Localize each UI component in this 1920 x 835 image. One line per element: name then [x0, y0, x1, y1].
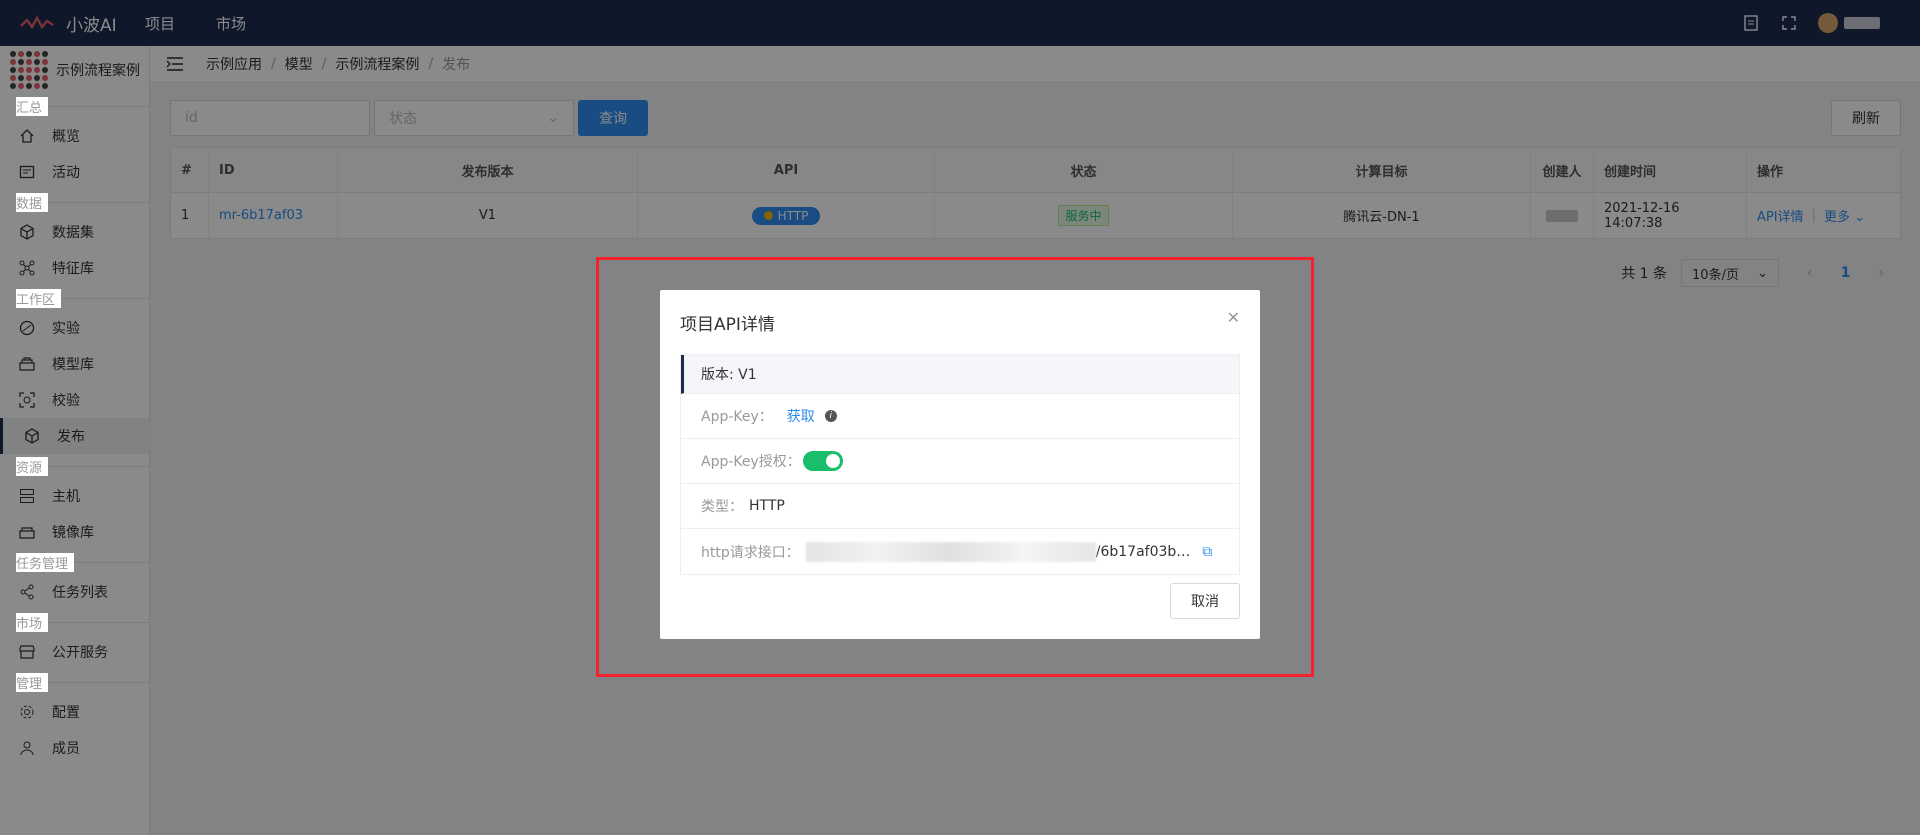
appkey-auth-row: App-Key授权：: [681, 439, 1239, 484]
endpoint-tail: /6b17af03b…: [1095, 543, 1191, 560]
appkey-auth-toggle[interactable]: [802, 451, 843, 471]
modal-detail-list: 版本: V1 App-Key： 获取 i App-Key授权： 类型： HTTP…: [680, 354, 1240, 575]
api-detail-modal: 项目API详情 ✕ 版本: V1 App-Key： 获取 i App-Key授权…: [660, 290, 1260, 639]
info-icon[interactable]: i: [824, 410, 837, 422]
modal-title: 项目API详情: [680, 315, 775, 335]
appkey-row: App-Key： 获取 i: [681, 394, 1239, 439]
cancel-button[interactable]: 取消: [1170, 583, 1240, 619]
close-icon[interactable]: ✕: [1227, 308, 1240, 327]
copy-icon[interactable]: ⧉: [1202, 544, 1212, 560]
get-appkey-link[interactable]: 获取: [787, 406, 815, 426]
version-row: 版本: V1: [681, 355, 1239, 394]
endpoint-blurred: [805, 541, 1096, 562]
type-value: HTTP: [749, 498, 785, 514]
type-row: 类型： HTTP: [681, 484, 1239, 529]
http-endpoint-row: http请求接口： /6b17af03b… ⧉: [701, 541, 1213, 562]
